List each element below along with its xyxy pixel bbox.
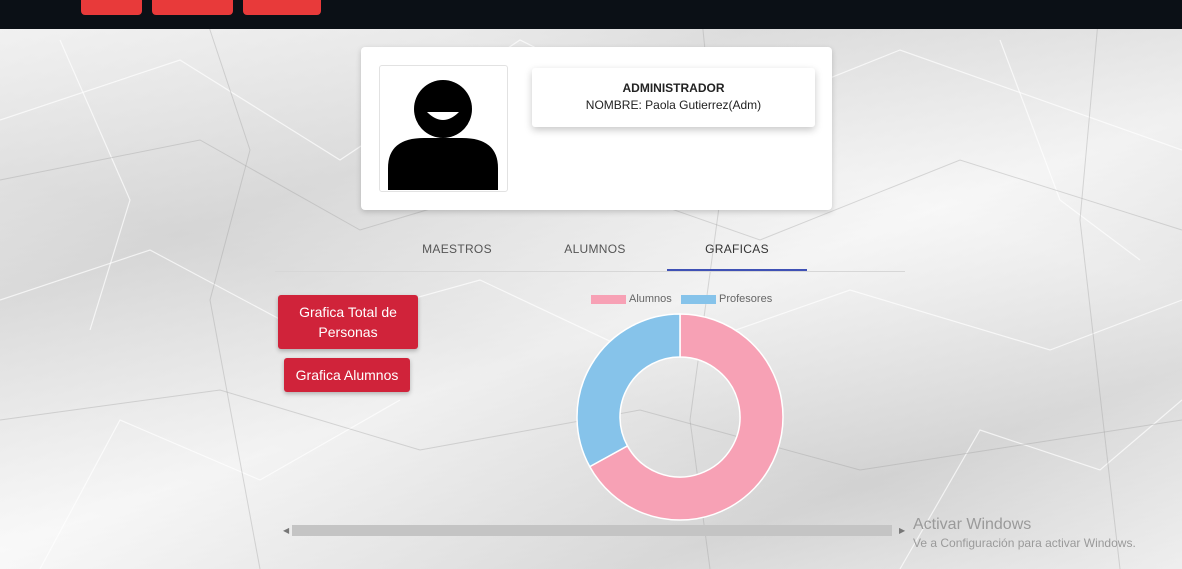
nav-button-3[interactable] <box>243 0 321 15</box>
profile-name: NOMBRE: Paola Gutierrez(Adm) <box>585 98 762 112</box>
nav-button-2[interactable] <box>152 0 233 15</box>
tab-graficas[interactable]: GRAFICAS <box>667 230 807 271</box>
doughnut-chart <box>576 313 784 521</box>
user-silhouette-icon <box>388 80 498 190</box>
nav-button-1[interactable] <box>81 0 142 15</box>
profile-role: ADMINISTRADOR <box>622 81 725 95</box>
tab-alumnos[interactable]: ALUMNOS <box>551 230 639 271</box>
grafica-total-button[interactable]: Grafica Total de Personas <box>278 295 418 349</box>
grafica-total-label-line1: Grafica Total de <box>299 304 397 320</box>
tab-maestros[interactable]: MAESTROS <box>413 230 501 271</box>
grafica-alumnos-button[interactable]: Grafica Alumnos <box>284 358 410 392</box>
slice-profesores[interactable] <box>576 313 681 468</box>
legend-item-profesores[interactable]: Profesores <box>681 293 772 305</box>
scroll-right-arrow-icon[interactable]: ▶ <box>899 524 905 538</box>
tab-bar: MAESTROS ALUMNOS GRAFICAS <box>275 230 905 272</box>
legend-label-alumnos: Alumnos <box>629 293 672 305</box>
profile-card: ADMINISTRADOR NOMBRE: Paola Gutierrez(Ad… <box>361 47 832 210</box>
watermark-title: Activar Windows <box>913 516 1032 533</box>
scroll-left-arrow-icon[interactable]: ◀ <box>283 524 289 538</box>
legend-item-alumnos[interactable]: Alumnos <box>591 293 672 305</box>
grafica-total-label-line2: Personas <box>318 324 378 340</box>
legend-label-profesores: Profesores <box>719 293 773 305</box>
legend-swatch-alumnos <box>591 294 626 304</box>
scrollbar-thumb[interactable] <box>292 525 892 536</box>
horizontal-scrollbar[interactable]: ◀ ▶ <box>279 524 909 538</box>
profile-info: ADMINISTRADOR NOMBRE: Paola Gutierrez(Ad… <box>532 68 815 127</box>
avatar <box>379 65 508 192</box>
top-navbar <box>0 0 1182 29</box>
legend-swatch-profesores <box>681 294 716 304</box>
watermark-subtitle: Ve a Configuración para activar Windows. <box>913 536 1136 550</box>
windows-activation-watermark: Activar Windows Ve a Configuración para … <box>913 516 1136 550</box>
